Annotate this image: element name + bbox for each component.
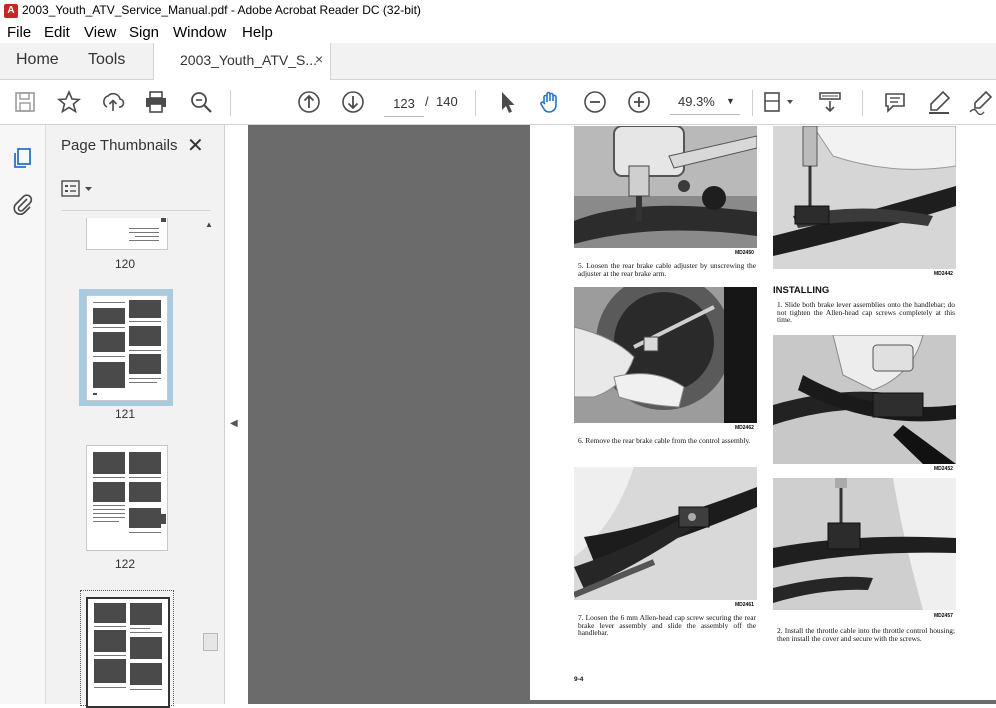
print-icon[interactable] [143, 89, 169, 115]
highlight-pen-icon[interactable] [926, 89, 952, 115]
step-2-text: 2. Install the throttle cable into the t… [777, 626, 955, 643]
thumbnail-page-122[interactable] [86, 445, 168, 551]
tab-document-label: 2003_Youth_ATV_S... [180, 52, 317, 68]
figure-code: MD2457 [934, 613, 953, 619]
thumbnails-scrollbar[interactable] [203, 218, 217, 704]
zoom-out-icon[interactable] [582, 89, 608, 115]
step-1-text: 1. Slide both brake lever assemblies ont… [777, 300, 955, 325]
select-arrow-icon[interactable] [494, 89, 520, 115]
thumbnail-page-120[interactable] [86, 218, 168, 250]
photo-throttle-control [773, 478, 956, 610]
step-6-text: 6. Remove the rear brake cable from the … [578, 436, 751, 445]
acrobat-app-icon: A [4, 4, 18, 18]
page-down-icon[interactable] [340, 89, 366, 115]
bookmark-star-icon[interactable] [56, 89, 82, 115]
toolbar-separator [475, 90, 476, 116]
figure-code: MD2442 [934, 271, 953, 277]
page-thumbnails-icon[interactable] [11, 146, 35, 170]
zoom-in-icon[interactable] [626, 89, 652, 115]
tab-tools[interactable]: Tools [88, 51, 125, 69]
figure-code: MD2452 [934, 466, 953, 472]
sign-icon[interactable] [968, 89, 994, 116]
page-up-icon[interactable] [296, 89, 322, 115]
photo-install-brake-levers [773, 335, 956, 464]
thumbnail-label: 122 [114, 557, 136, 571]
collapse-panel-arrow-icon[interactable]: ◀ [230, 418, 238, 429]
page-number-input[interactable] [384, 90, 424, 117]
thumbnail-page-121[interactable] [86, 295, 168, 401]
tab-document[interactable]: 2003_Youth_ATV_S... × [153, 43, 331, 80]
section-heading-installing: INSTALLING [773, 285, 830, 296]
scrollbar-thumb[interactable] [203, 633, 218, 651]
scroll-mode-icon[interactable] [817, 89, 843, 115]
share-upload-icon[interactable] [100, 89, 126, 115]
menu-window[interactable]: Window [173, 24, 226, 41]
thumbnail-page-123[interactable] [86, 597, 170, 708]
zoom-search-icon[interactable] [188, 89, 214, 115]
figure-code: MD2461 [735, 602, 754, 608]
tab-close-icon[interactable]: × [315, 51, 323, 67]
divider [61, 210, 211, 211]
thumbnail-label: 121 [114, 407, 136, 421]
hand-tool-icon[interactable] [537, 89, 563, 115]
page-total: 140 [436, 94, 458, 109]
panel-title: Page Thumbnails [61, 137, 178, 154]
thumbnail-label: 120 [114, 257, 136, 271]
save-icon[interactable] [12, 89, 38, 115]
menu-help[interactable]: Help [242, 24, 273, 41]
menu-file[interactable]: File [7, 24, 31, 41]
attachments-paperclip-icon[interactable] [11, 192, 35, 216]
page-separator: / [425, 94, 429, 109]
scroll-up-arrow-icon[interactable]: ▲ [205, 220, 213, 229]
figure-code: MD2450 [735, 250, 754, 256]
zoom-value: 49.3% [678, 94, 715, 109]
toolbar-separator [230, 90, 231, 116]
figure-code: MD2462 [735, 425, 754, 431]
chevron-down-icon: ▼ [726, 96, 735, 106]
page-display-icon[interactable] [762, 89, 796, 115]
photo-brake-lever-screw [574, 467, 757, 600]
toolbar-separator [752, 90, 753, 116]
photo-remove-cable [574, 287, 757, 423]
menu-edit[interactable]: Edit [44, 24, 70, 41]
window-title: 2003_Youth_ATV_Service_Manual.pdf - Adob… [22, 3, 421, 17]
thumbnail-options-button[interactable] [61, 179, 97, 199]
step-5-text: 5. Loosen the rear brake cable adjuster … [578, 261, 756, 278]
comment-icon[interactable] [882, 89, 908, 115]
page-footer-number: 9-4 [574, 676, 584, 683]
close-icon[interactable]: ✕ [187, 133, 204, 158]
tab-bar [0, 43, 996, 80]
photo-handlebar-screwdriver [773, 126, 956, 269]
photo-rear-brake-adjuster [574, 126, 757, 248]
step-7-text: 7. Loosen the 6 mm Allen-head cap screw … [578, 613, 756, 638]
toolbar-separator [862, 90, 863, 116]
menu-view[interactable]: View [84, 24, 116, 41]
menu-sign[interactable]: Sign [129, 24, 159, 41]
tab-home[interactable]: Home [16, 51, 59, 69]
